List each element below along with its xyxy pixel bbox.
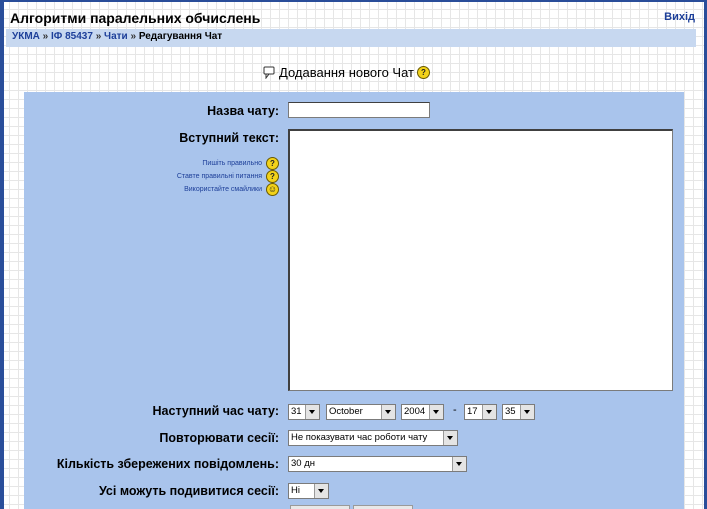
help-write-correctly-link[interactable]: Пишіть правильно	[202, 160, 262, 167]
next-chat-time-label: Наступний час чату:	[152, 404, 279, 418]
page-title: Додавання нового Чат	[279, 65, 414, 80]
repeat-sessions-select[interactable]: Не показувати час роботи чату	[288, 430, 458, 446]
navigation-bar: УКМА » ІФ 85437 » Чати » Редагування Чат	[6, 29, 696, 47]
intro-text-area[interactable]	[288, 129, 673, 391]
time-separator: -	[453, 404, 457, 416]
chevron-down-icon	[429, 405, 443, 419]
breadcrumb-separator: »	[42, 31, 49, 42]
chevron-down-icon	[314, 484, 328, 498]
intro-text-label: Вступний текст:	[179, 131, 279, 145]
help-icon[interactable]: ?	[416, 66, 430, 79]
help-icon[interactable]: ?	[266, 157, 279, 170]
chevron-down-icon	[482, 405, 496, 419]
minute-select[interactable]: 35	[502, 404, 535, 420]
breadcrumb: УКМА » ІФ 85437 » Чати » Редагування Чат	[12, 31, 222, 42]
cancel-button[interactable]	[353, 505, 413, 509]
chat-form: Назва чату: Вступний текст: Пишіть прави…	[24, 92, 684, 509]
smiley-icon[interactable]: ☺	[266, 183, 279, 196]
save-button[interactable]	[290, 505, 350, 509]
chat-name-input[interactable]	[288, 102, 430, 118]
breadcrumb-current: Редагування Чат	[138, 31, 223, 42]
hour-select[interactable]: 17	[464, 404, 497, 420]
chevron-down-icon	[452, 457, 466, 471]
help-ask-questions-link[interactable]: Ставте правильні питання	[177, 173, 262, 180]
logout-link[interactable]: Вихід	[664, 11, 695, 23]
saved-messages-select[interactable]: 30 дн	[288, 456, 467, 472]
breadcrumb-home[interactable]: УКМА	[12, 31, 40, 42]
help-icon[interactable]: ?	[266, 170, 279, 183]
view-sessions-label: Усі можуть подивитися сесії:	[98, 484, 279, 498]
breadcrumb-separator: »	[130, 31, 137, 42]
breadcrumb-separator: »	[95, 31, 102, 42]
window-frame-top	[0, 0, 707, 2]
chat-name-label: Назва чату:	[207, 104, 279, 118]
breadcrumb-course[interactable]: ІФ 85437	[51, 31, 93, 42]
year-select[interactable]: 2004	[401, 404, 444, 420]
chevron-down-icon	[381, 405, 395, 419]
window-frame-left	[0, 0, 4, 509]
breadcrumb-chats[interactable]: Чати	[104, 31, 128, 42]
month-select[interactable]: October	[326, 404, 396, 420]
chat-icon	[263, 66, 275, 79]
chevron-down-icon	[443, 431, 457, 445]
chevron-down-icon	[305, 405, 319, 419]
chevron-down-icon	[520, 405, 534, 419]
help-use-smilies-link[interactable]: Використайте смайлики	[184, 186, 262, 193]
saved-messages-label: Кількість збережених повідомлень:	[56, 457, 279, 471]
course-title: Алгоритми паралельних обчислень	[10, 10, 261, 26]
repeat-sessions-label: Повторювати сесії:	[159, 431, 279, 445]
page-heading: Додавання нового Чат ?	[263, 65, 430, 80]
view-sessions-select[interactable]: Ні	[288, 483, 329, 499]
day-select[interactable]: 31	[288, 404, 320, 420]
help-links: Пишіть правильно ? Ставте правильні пита…	[177, 157, 279, 196]
